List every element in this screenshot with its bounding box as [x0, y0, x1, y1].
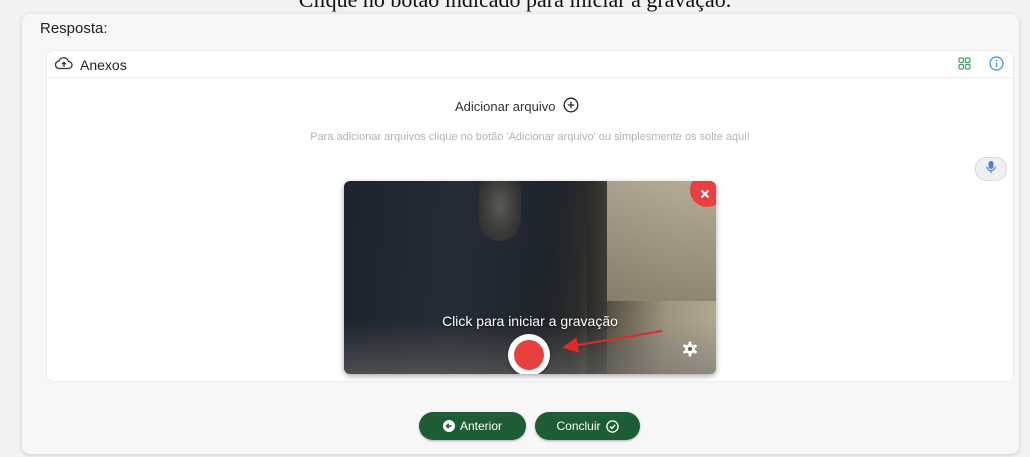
check-circle-icon	[605, 419, 619, 433]
instruction-caption: Clique no botão indicado para iniciar a …	[0, 0, 1030, 13]
info-icon[interactable]	[989, 56, 1004, 76]
microphone-button[interactable]	[975, 157, 1007, 181]
attachments-panel: Anexos Adicionar arquivo Para adicionar …	[47, 51, 1013, 381]
record-icon	[514, 340, 544, 370]
attachments-header: Anexos	[47, 51, 1013, 78]
previous-button[interactable]: Anterior	[419, 412, 526, 440]
record-instruction: Click para iniciar a gravação	[442, 313, 618, 329]
plus-circle-icon	[563, 97, 579, 116]
arrow-left-icon	[442, 420, 455, 432]
record-button[interactable]	[508, 334, 550, 374]
add-file-button[interactable]: Adicionar arquivo	[455, 97, 579, 116]
camera-preview: Click para iniciar a gravação	[344, 181, 716, 374]
preview-background	[479, 181, 521, 241]
grid-icon[interactable]	[958, 57, 971, 75]
close-icon	[700, 189, 710, 199]
previous-label: Anterior	[459, 419, 503, 433]
attachments-title: Anexos	[80, 57, 127, 73]
drop-hint: Para adicionar arquivos clique no botão …	[310, 131, 750, 143]
microphone-icon	[985, 160, 997, 179]
resposta-label: Resposta:	[40, 20, 108, 37]
finish-label: Concluir	[556, 419, 601, 433]
add-file-label: Adicionar arquivo	[455, 99, 556, 114]
finish-button[interactable]: Concluir	[535, 412, 640, 440]
gear-icon[interactable]	[682, 341, 698, 362]
cloud-upload-icon	[54, 56, 73, 75]
